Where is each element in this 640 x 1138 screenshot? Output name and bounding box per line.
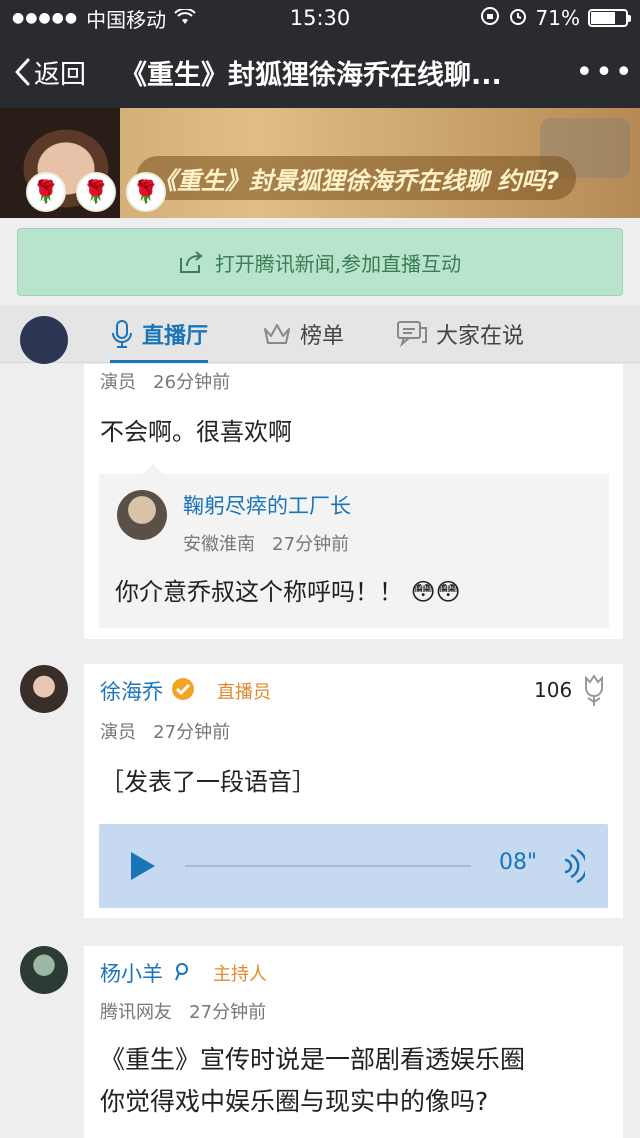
tencent-weibo-icon <box>171 961 191 985</box>
post-meta: 腾讯网友 27分钟前 <box>100 998 266 1024</box>
audio-duration: 08" <box>499 850 538 875</box>
quote-author-name[interactable]: 鞠躬尽瘁的工厂长 <box>183 490 351 520</box>
post-card: 杨小羊 主持人 腾讯网友 27分钟前 《重生》宣传时说是一部剧看透娱乐圈 你觉得… <box>84 946 623 1138</box>
quoted-comment: 鞠躬尽瘁的工厂长 安徽淮南 27分钟前 你介意乔叔这个称呼吗！！ 😳😳 <box>99 464 609 628</box>
open-app-button[interactable]: 打开腾讯新闻,参加直播互动 <box>17 228 623 296</box>
post-role-title: 腾讯网友 <box>100 1002 172 1023</box>
open-app-label: 打开腾讯新闻,参加直播互动 <box>214 251 462 276</box>
avatar[interactable] <box>20 946 68 994</box>
post-time: 27分钟前 <box>153 722 231 743</box>
quote-content: 你介意乔叔这个称呼吗！！ 😳😳 <box>115 578 461 606</box>
post-role-title: 演员 <box>100 722 136 743</box>
author-name[interactable]: 杨小羊 <box>100 958 163 988</box>
signal-strength: ●●●●● <box>12 10 79 26</box>
comment-icon <box>397 320 427 347</box>
microphone-icon <box>112 319 132 348</box>
flower-icon <box>585 674 603 706</box>
rose-icon: 🌹 <box>126 172 166 212</box>
battery-percent: 71% <box>535 6 580 30</box>
chevron-left-icon <box>15 58 30 86</box>
page-title: 《重生》封狐狸徐海乔在线聊... <box>120 59 502 91</box>
nav-bar: 返回 《重生》封狐狸徐海乔在线聊... ••• <box>0 36 640 108</box>
avatar[interactable] <box>20 665 68 713</box>
tab-label: 榜单 <box>300 323 345 349</box>
back-label: 返回 <box>34 59 87 90</box>
post-role-title: 演员 <box>100 372 136 393</box>
more-menu-button[interactable]: ••• <box>570 55 640 90</box>
tab-live-hall[interactable]: 直播厅 <box>110 305 209 363</box>
crown-icon <box>264 323 290 344</box>
flower-like-button[interactable] <box>580 672 608 712</box>
author-role-badge: 主持人 <box>213 964 267 985</box>
post-content: ［发表了一段语音］ <box>100 768 316 796</box>
post-time: 26分钟前 <box>153 372 231 393</box>
avatar[interactable] <box>20 316 68 364</box>
tab-label: 大家在说 <box>436 323 525 349</box>
rose-icon: 🌹 <box>26 172 66 212</box>
post-header: 杨小羊 主持人 <box>100 958 267 988</box>
sound-wave-icon <box>561 846 588 890</box>
quote-caret <box>143 464 163 474</box>
post-time: 27分钟前 <box>189 1002 267 1023</box>
rotation-lock-icon <box>480 6 500 31</box>
author-role-badge: 直播员 <box>217 682 271 703</box>
post-content: 不会啊。很喜欢啊 <box>100 418 292 446</box>
post-card: 徐海乔 直播员 106 演员 27分钟前 ［发表了一段语音］ 08" <box>84 664 623 918</box>
status-bar: ●●●●● 中国移动 15:30 71% <box>0 0 640 36</box>
share-icon <box>179 251 203 273</box>
alarm-icon <box>508 6 528 31</box>
voice-message-player[interactable]: 08" <box>99 824 608 908</box>
wifi-icon <box>174 6 196 30</box>
back-button[interactable]: 返回 <box>0 54 120 91</box>
tab-bar: 直播厅 榜单 大家在说 <box>0 305 640 363</box>
avatar[interactable] <box>117 490 167 540</box>
post-header: 徐海乔 直播员 <box>100 676 271 706</box>
post-meta: 演员 26分钟前 <box>100 368 230 394</box>
like-count: 106 <box>534 678 573 702</box>
post-content-line: 《重生》宣传时说是一部剧看透娱乐圈 <box>100 1045 526 1074</box>
battery-level <box>591 12 615 24</box>
author-name[interactable]: 徐海乔 <box>100 676 163 706</box>
clock: 15:30 <box>289 6 351 30</box>
audio-progress-track[interactable] <box>185 865 471 867</box>
tab-discussion[interactable]: 大家在说 <box>396 305 524 363</box>
tab-label: 直播厅 <box>142 323 209 349</box>
tab-ranking[interactable]: 榜单 <box>262 305 344 363</box>
post-card: 演员 26分钟前 不会啊。很喜欢啊 鞠躬尽瘁的工厂长 安徽淮南 27分钟前 你介… <box>84 364 623 639</box>
quote-location: 安徽淮南 <box>183 534 255 555</box>
verified-icon <box>171 677 195 705</box>
quote-time: 27分钟前 <box>272 534 350 555</box>
quote-meta: 安徽淮南 27分钟前 <box>183 530 349 556</box>
play-icon[interactable] <box>131 852 155 880</box>
post-meta: 演员 27分钟前 <box>100 718 230 744</box>
rose-icon: 🌹 <box>76 172 116 212</box>
banner-text: 《重生》封景狐狸徐海乔在线聊 约吗? <box>136 156 576 200</box>
battery-icon <box>588 9 631 27</box>
post-content-line: 你觉得戏中娱乐圈与现实中的像吗? <box>100 1087 489 1116</box>
carrier-name: 中国移动 <box>86 7 167 32</box>
